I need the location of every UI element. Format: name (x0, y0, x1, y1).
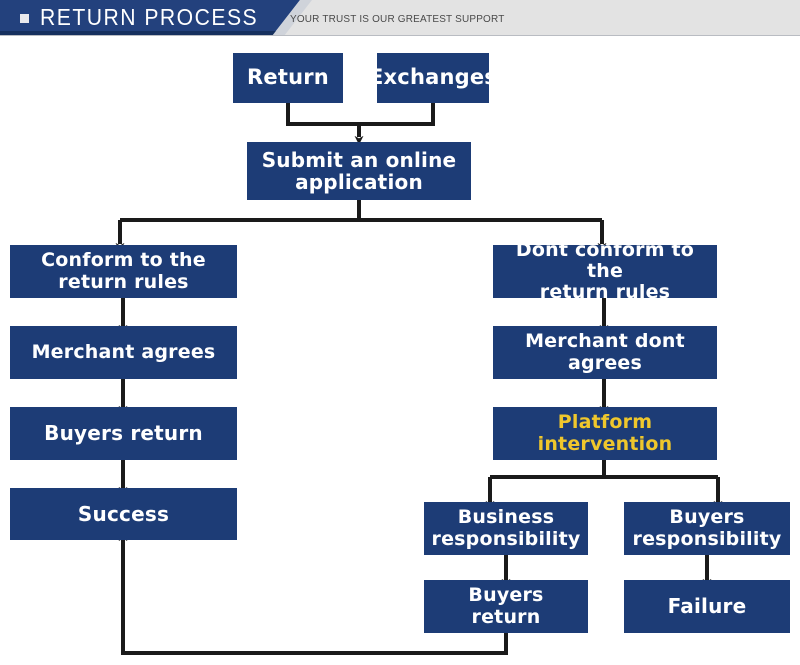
node-submit-application[interactable]: Submit an online application (247, 142, 471, 200)
node-business-responsibility[interactable]: Business responsibility (424, 502, 588, 555)
node-label: Submit an online application (261, 147, 457, 194)
node-merchant-agrees[interactable]: Merchant agrees (10, 326, 237, 379)
node-buyers-return-left[interactable]: Buyers return (10, 407, 237, 460)
node-return[interactable]: Return (233, 53, 343, 103)
node-label: Buyers return (468, 584, 544, 628)
node-label: Return (247, 65, 329, 90)
page-title: RETURN PROCESS (40, 4, 259, 30)
node-conform-to-return-rules[interactable]: Conform to the return rules (10, 245, 237, 298)
node-merchant-dont-agrees[interactable]: Merchant dont agrees (493, 326, 717, 379)
flowchart-canvas: Return Exchanges Submit an online applic… (0, 36, 800, 665)
node-success[interactable]: Success (10, 488, 237, 540)
node-label: Merchant dont agrees (525, 330, 685, 374)
node-label: Failure (667, 594, 747, 619)
node-label: Conform to the return rules (41, 249, 206, 293)
node-buyers-responsibility[interactable]: Buyers responsibility (624, 502, 790, 555)
square-bullet-icon (20, 14, 29, 23)
node-dont-conform-to-return-rules[interactable]: Dont conform to the return rules (493, 239, 717, 303)
node-buyers-return-right[interactable]: Buyers return (424, 580, 588, 633)
node-failure[interactable]: Failure (624, 580, 790, 633)
node-label: Platform intervention (537, 411, 673, 455)
node-label: Exchanges (369, 65, 497, 90)
header-subtitle: YOUR TRUST IS OUR GREATEST SUPPORT (290, 13, 505, 25)
node-label: Buyers responsibility (632, 506, 782, 550)
node-label: Merchant agrees (31, 340, 216, 363)
page-header: RETURN PROCESS YOUR TRUST IS OUR GREATES… (0, 0, 800, 36)
node-exchanges[interactable]: Exchanges (369, 53, 497, 103)
node-label: Business responsibility (431, 506, 581, 550)
node-label: Success (77, 501, 170, 526)
node-label: Buyers return (44, 421, 203, 446)
node-platform-intervention[interactable]: Platform intervention (493, 407, 717, 460)
node-label: Dont conform to the return rules (515, 238, 695, 304)
